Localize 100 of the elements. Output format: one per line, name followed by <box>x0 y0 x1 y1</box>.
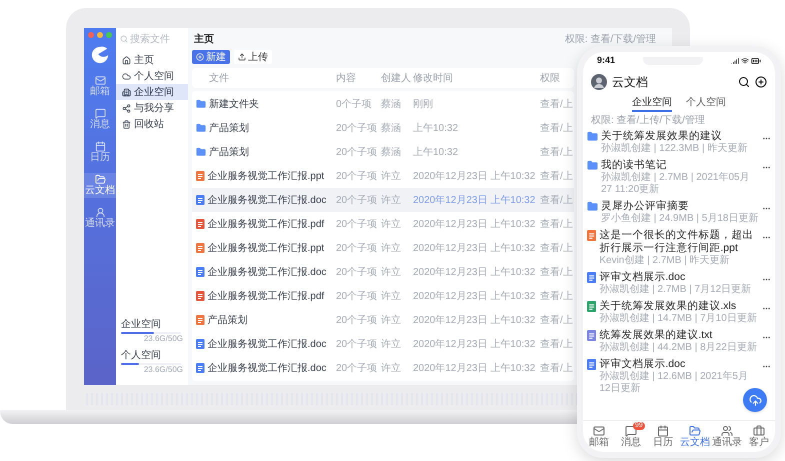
folder-icon <box>689 425 701 437</box>
table-cell-text: 查看/上 <box>540 146 574 160</box>
file-meta: 罗小鱼创建 | 24.9MB | 5月18日更新 <box>601 213 759 225</box>
table-row[interactable]: 企业服务视觉工作汇报.doc 20个子项 许立 2020年12月23日 上午10:32 查看/上 <box>192 260 574 284</box>
table-cell-text: 查看/上 <box>540 362 574 376</box>
column-header: 权限 <box>540 72 561 86</box>
bottom-tab[interactable]: 通讯录 <box>711 421 743 452</box>
nav-item[interactable]: 与我分享 <box>116 100 188 116</box>
table-row[interactable]: 新建文件夹 0个子项 蔡涵 刚刚 查看/上 <box>192 92 574 116</box>
table-cell-text: 许立 <box>381 314 402 328</box>
storage-value: 23.6G/50G <box>144 334 183 344</box>
table-cell-text: 20个子项 <box>336 218 378 232</box>
file-name[interactable]: 评审文档展示.doc <box>599 358 759 371</box>
table-cell-text: 许立 <box>381 290 402 304</box>
rail-item[interactable]: 云文档 <box>84 173 116 198</box>
file-name: 产品策划 <box>209 122 249 136</box>
table-cell-text: 查看/上 <box>540 218 574 232</box>
file-name: 企业服务视觉工作汇报.doc <box>208 194 326 208</box>
document-icon <box>587 330 596 341</box>
file-name[interactable]: 评审文档展示.doc <box>599 271 759 284</box>
table-cell-text: 20个子项 <box>336 338 378 352</box>
table-cell-text: 20个子项 <box>336 146 378 160</box>
bottom-tab[interactable]: 日历 <box>647 421 679 452</box>
file-name: 企业服务视觉工作汇报.doc <box>208 362 326 376</box>
search-field[interactable]: 搜索文件 <box>120 32 184 46</box>
table-cell-text: 20个子项 <box>336 314 378 328</box>
table-cell-text: 查看/上 <box>540 290 574 304</box>
logo-icon <box>91 46 109 64</box>
table-cell-text: 0个子项 <box>336 98 373 112</box>
search-icon[interactable] <box>738 76 750 88</box>
file-meta: 孙淑凯创建 | 2.7MB | 2021年05月27 11:20更新 <box>601 172 751 196</box>
new-button[interactable]: 新建 <box>192 50 230 64</box>
document-icon <box>196 243 204 253</box>
table-row[interactable]: 企业服务视觉工作汇报.doc 20个子项 许立 2020年12月23日 上午10:32 查看/上 <box>192 188 574 212</box>
person-icon <box>94 207 106 218</box>
wifi-icon <box>740 57 749 65</box>
table-cell-text: 20个子项 <box>336 170 378 184</box>
file-name: 新建文件夹 <box>209 98 259 112</box>
upload-button[interactable]: 上传 <box>234 50 272 64</box>
folder-icon <box>196 123 206 133</box>
bottom-tab[interactable]: 邮箱 <box>583 421 615 452</box>
avatar-icon <box>591 74 607 90</box>
file-name[interactable]: 统筹发展效果的建议.txt <box>599 329 759 342</box>
signal-icon <box>730 57 739 65</box>
document-icon <box>196 363 204 373</box>
file-name: 企业服务视觉工作汇报.pdf <box>208 290 324 304</box>
table-row[interactable]: 企业服务视觉工作汇报.pdf 20个子项 许立 2020年12月23日 上午10:32 查看/上 <box>192 212 574 236</box>
file-name: 企业服务视觉工作汇报.doc <box>208 338 326 352</box>
file-meta: 孙淑凯创建 | 44.2MB | 8月22日更新 <box>599 342 758 354</box>
message-icon <box>94 108 106 119</box>
trash-icon <box>122 120 131 128</box>
table-cell-text: 20个子项 <box>336 266 378 280</box>
storage-label: 企业空间 <box>121 319 162 331</box>
table-row[interactable]: 企业服务视觉工作汇报.doc 20个子项 许立 2020年12月23日 上午10:32 查看/上 <box>192 332 574 356</box>
file-name[interactable]: 我的读书笔记 <box>601 159 759 172</box>
folder-icon <box>196 99 206 109</box>
table-row[interactable]: 企业服务视觉工作汇报.ppt 20个子项 许立 2020年12月23日 上午10:32 查看/上 <box>192 164 574 188</box>
table-cell-text: 上午10:32 <box>413 146 460 160</box>
upload-icon <box>238 53 246 61</box>
nav-item[interactable]: 回收站 <box>116 116 188 132</box>
table-cell-text: 刚刚 <box>413 98 434 112</box>
permission-text: 权限: 查看/上传/下载/管理 <box>590 114 706 128</box>
bottom-tab[interactable]: 客户 <box>743 421 775 452</box>
column-header: 创建人 <box>381 72 412 86</box>
file-name[interactable]: 关于统筹发展效果的建议.xls <box>599 300 759 313</box>
table-cell-text: 2020年12月23日 上午10:32 <box>413 362 536 376</box>
file-name[interactable]: 关于统筹发展效果的建议 <box>601 130 759 143</box>
space-tab[interactable]: 个人空间 <box>686 94 726 112</box>
file-name[interactable]: 灵犀办公评审摘要 <box>601 200 759 213</box>
table-cell-text: 20个子项 <box>336 290 378 304</box>
table-row[interactable]: 企业服务视觉工作汇报.doc 20个子项 许立 2020年12月23日 上午10:32 查看/上 <box>192 356 574 380</box>
bottom-tab[interactable]: 云文档 <box>679 421 711 452</box>
table-cell-text: 上午10:32 <box>413 122 460 136</box>
file-name[interactable]: 这是一个很长的文件标题，超出折行展示一行注意行间距.ppt <box>599 229 759 255</box>
nav-item[interactable]: 主页 <box>116 52 188 68</box>
upload-fab[interactable] <box>743 388 767 412</box>
nav-item[interactable]: 企业空间 <box>116 84 188 100</box>
calendar-icon <box>94 141 106 152</box>
file-meta: 孙淑凯创建 | 12.6MB | 2021年5月12日更新 <box>599 371 749 395</box>
file-name: 企业服务视觉工作汇报.ppt <box>208 170 324 184</box>
table-row[interactable]: 企业服务视觉工作汇报.ppt 20个子项 许立 2020年12月23日 上午10:32 查看/上 <box>192 236 574 260</box>
table-cell-text: 查看/上 <box>540 242 574 256</box>
document-icon <box>587 359 596 370</box>
document-icon <box>196 171 204 181</box>
table-row[interactable]: 产品策划 20个子项 许立 2020年12月23日 上午10:32 查看/上 <box>192 308 574 332</box>
table-cell-text: 2020年12月23日 上午10:32 <box>413 218 536 232</box>
table-cell-text: 查看/上 <box>540 266 574 280</box>
table-row[interactable]: 产品策划 20个子项 蔡涵 上午10:32 查看/上 <box>192 116 574 140</box>
table-cell-text: 许立 <box>381 338 402 352</box>
battery-icon <box>750 56 761 66</box>
folder-icon <box>196 147 206 157</box>
space-tab[interactable]: 企业空间 <box>632 94 672 112</box>
folder-icon <box>587 131 598 142</box>
table-row[interactable]: 企业服务视觉工作汇报.pdf 20个子项 许立 2020年12月23日 上午10:32 查看/上 <box>192 284 574 308</box>
nav-item[interactable]: 个人空间 <box>116 68 188 84</box>
add-icon[interactable] <box>755 76 767 88</box>
table-row[interactable]: 产品策划 20个子项 蔡涵 上午10:32 查看/上 <box>192 140 574 164</box>
document-icon <box>196 267 204 277</box>
file-meta: 孙淑凯创建 | 122.3MB | 昨天更新 <box>601 143 748 155</box>
table-cell-text: 2020年12月23日 上午10:32 <box>413 242 536 256</box>
